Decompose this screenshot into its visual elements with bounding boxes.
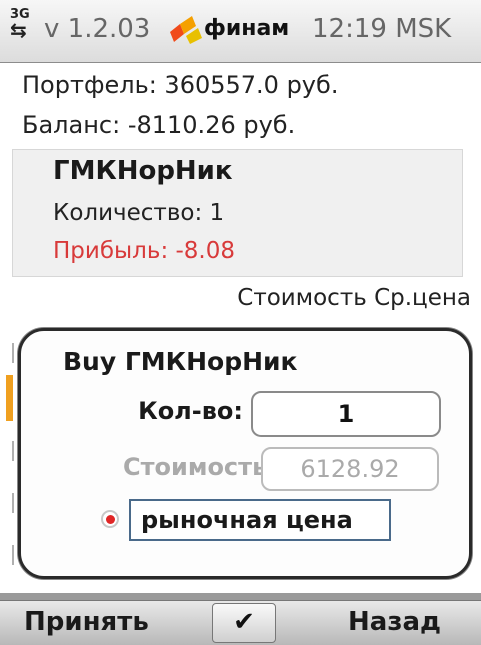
radio-selected-dot xyxy=(106,515,115,524)
selection-marker xyxy=(6,375,13,421)
network-indicator: 3G ⇆ xyxy=(10,8,42,48)
position-quantity: Количество: 1 xyxy=(53,200,225,226)
cost-input: 6128.92 xyxy=(261,447,439,491)
clock: 12:19 MSK xyxy=(312,14,452,44)
list-edge-marks xyxy=(0,323,20,593)
finam-logo-icon xyxy=(170,16,202,44)
position-card[interactable]: ГМКНорНик Количество: 1 Прибыль: -8.08 xyxy=(12,149,463,277)
position-profit: Прибыль: -8.08 xyxy=(53,238,236,264)
list-divider xyxy=(12,441,14,461)
portfolio-value: Портфель: 360557.0 руб. xyxy=(22,71,339,99)
app-version: v 1.2.03 xyxy=(44,14,151,44)
quantity-label: Кол-во: xyxy=(138,397,243,425)
accept-button[interactable]: Принять xyxy=(24,607,149,637)
status-bar: 3G ⇆ v 1.2.03 финам 12:19 MSK xyxy=(0,0,481,63)
market-price-option[interactable]: рыночная цена xyxy=(129,499,391,541)
buy-order-dialog: Buy ГМКНорНик Кол-во: 1 Стоимость: 6128.… xyxy=(18,328,472,579)
cost-label: Стоимость: xyxy=(123,453,277,481)
list-divider xyxy=(12,343,14,363)
list-divider xyxy=(12,493,14,513)
balance-value: Баланс: -8110.26 руб. xyxy=(22,111,296,139)
data-transfer-icon: ⇆ xyxy=(10,18,27,42)
softkey-bar: Принять ✔ Назад xyxy=(0,600,481,645)
position-ticker: ГМКНорНик xyxy=(53,156,233,186)
checkmark-icon[interactable]: ✔ xyxy=(212,603,276,643)
list-divider xyxy=(12,545,14,565)
market-price-radio[interactable] xyxy=(101,510,119,528)
brand-name: финам xyxy=(204,16,290,41)
columns-header: Стоимость Ср.цена xyxy=(237,285,471,311)
dialog-title: Buy ГМКНорНик xyxy=(63,347,298,376)
quantity-input[interactable]: 1 xyxy=(251,391,441,437)
back-button[interactable]: Назад xyxy=(348,607,441,637)
